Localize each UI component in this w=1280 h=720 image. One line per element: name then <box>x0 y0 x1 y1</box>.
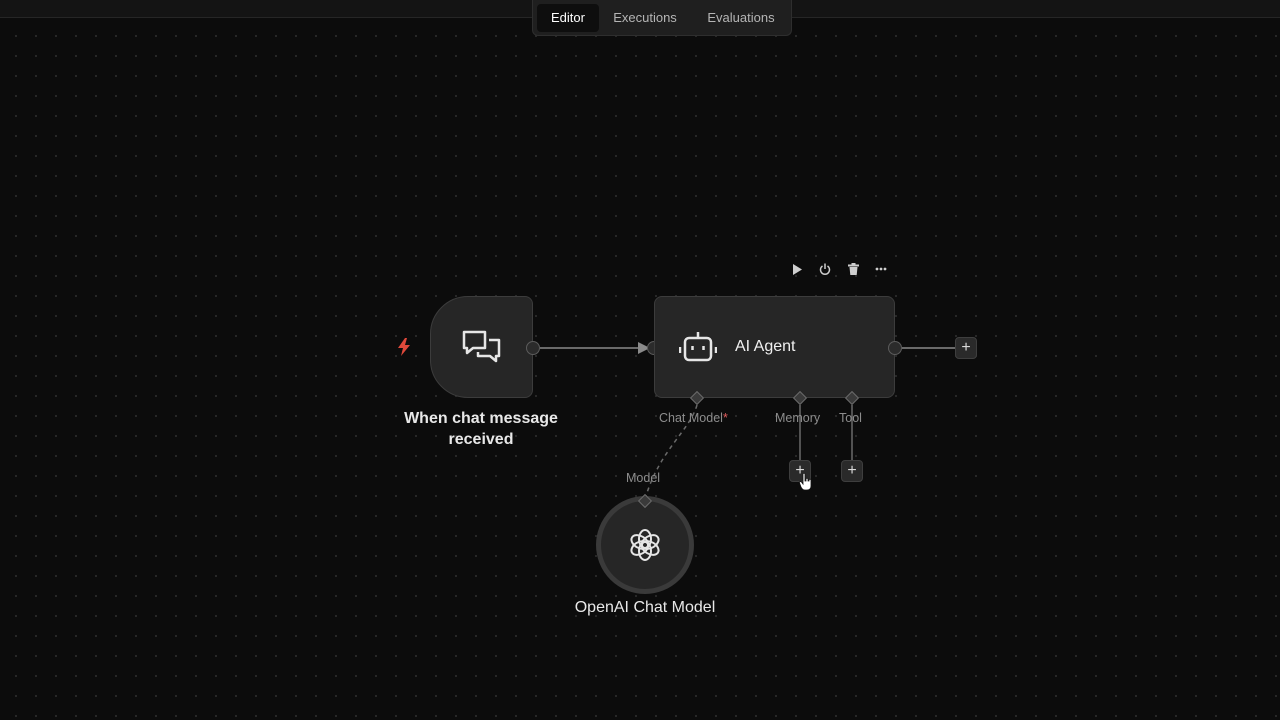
power-icon[interactable] <box>815 259 835 279</box>
lightning-bolt-icon <box>395 337 413 362</box>
required-marker: * <box>722 411 728 425</box>
play-icon[interactable] <box>787 259 807 279</box>
model-port-label: Model <box>626 471 661 485</box>
more-icon[interactable] <box>871 259 891 279</box>
workflow-canvas[interactable]: When chat message received AI Agent + Ch… <box>0 0 1280 720</box>
hand-cursor-icon <box>799 472 812 496</box>
chat-model-port-text: Chat Model <box>659 411 723 425</box>
ai-agent-title: AI Agent <box>735 338 796 355</box>
tool-port-label: Tool <box>839 411 862 425</box>
openai-chat-model-label: OpenAI Chat Model <box>574 599 716 616</box>
trash-icon[interactable] <box>843 259 863 279</box>
tab-editor[interactable]: Editor <box>537 4 599 32</box>
agent-output-handle[interactable] <box>888 341 902 355</box>
memory-port-label: Memory <box>775 411 821 425</box>
openai-chat-model-node[interactable] <box>596 496 694 594</box>
trigger-output-handle[interactable] <box>526 341 540 355</box>
add-next-node-button[interactable]: + <box>955 337 977 359</box>
trigger-node-label: When chat message received <box>404 410 558 448</box>
chat-model-port-label: Chat Model* <box>659 411 728 425</box>
openai-icon <box>628 528 662 567</box>
robot-icon <box>678 331 718 368</box>
add-tool-button[interactable]: + <box>841 460 863 482</box>
chat-bubbles-icon <box>461 328 503 373</box>
tab-executions[interactable]: Executions <box>603 4 687 32</box>
view-tabs: Editor Executions Evaluations <box>532 0 792 36</box>
tab-evaluations[interactable]: Evaluations <box>693 4 789 32</box>
ai-agent-node[interactable]: AI Agent <box>654 296 895 398</box>
trigger-node[interactable] <box>430 296 533 398</box>
